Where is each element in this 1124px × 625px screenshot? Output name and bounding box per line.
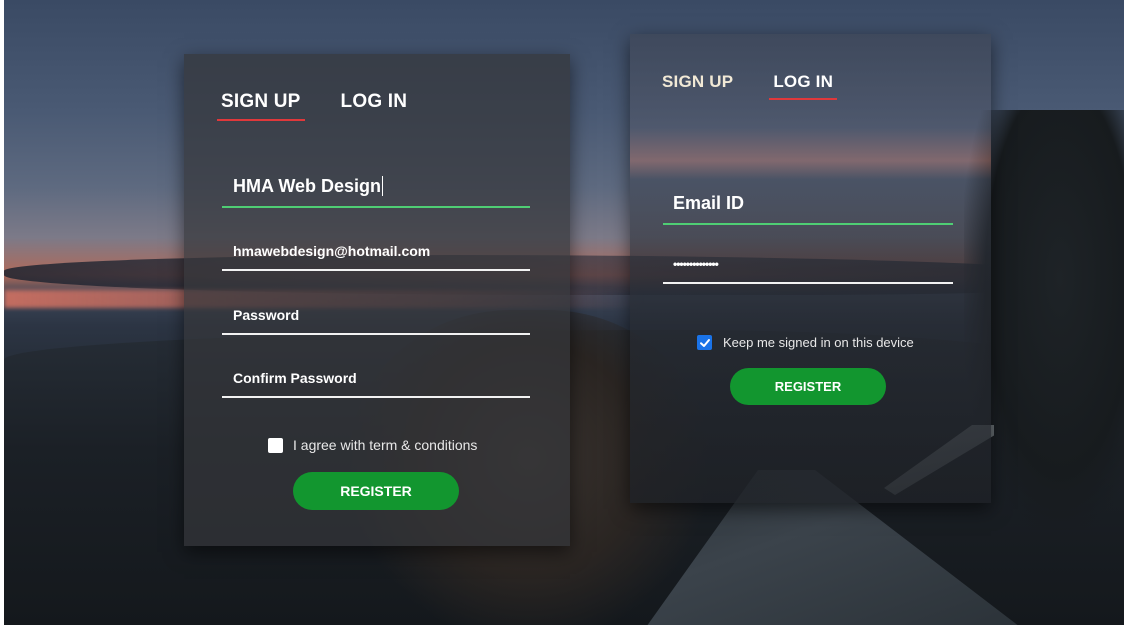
- tab-sign-up[interactable]: SIGN UP: [217, 91, 305, 121]
- keep-signed-in-label: Keep me signed in on this device: [723, 335, 914, 350]
- password-field-placeholder: Password: [233, 307, 300, 323]
- email-field-value: hmawebdesign@hotmail.com: [233, 243, 431, 259]
- keep-signed-in-checkbox[interactable]: [697, 335, 712, 350]
- email-id-field[interactable]: Email ID: [663, 183, 953, 225]
- name-field-value: HMA Web Design: [233, 175, 382, 196]
- email-id-field-value: Email ID: [673, 192, 745, 213]
- register-button[interactable]: REGISTER: [730, 368, 886, 405]
- checkmark-icon: [699, 338, 710, 347]
- text-caret: [382, 176, 384, 196]
- signup-card: SIGN UP LOG IN HMA Web Design hmawebdesi…: [184, 54, 570, 546]
- email-field[interactable]: hmawebdesign@hotmail.com: [222, 233, 530, 271]
- name-field[interactable]: HMA Web Design: [222, 166, 530, 208]
- tab-sign-up[interactable]: SIGN UP: [662, 72, 733, 92]
- agree-terms-row: I agree with term & conditions: [268, 437, 477, 453]
- agree-terms-label: I agree with term & conditions: [293, 437, 478, 453]
- password-field[interactable]: ••••••••••••••: [663, 246, 953, 284]
- login-card-tabs: SIGN UP LOG IN: [662, 72, 837, 100]
- tab-log-in[interactable]: LOG IN: [341, 91, 408, 113]
- agree-terms-checkbox[interactable]: [268, 437, 283, 453]
- tab-log-in[interactable]: LOG IN: [769, 72, 837, 100]
- confirm-password-field[interactable]: Confirm Password: [222, 360, 530, 398]
- password-field-masked-value: ••••••••••••••: [673, 257, 719, 271]
- register-button[interactable]: REGISTER: [293, 472, 459, 510]
- signup-card-tabs: SIGN UP LOG IN: [217, 91, 408, 121]
- keep-signed-in-row: Keep me signed in on this device: [697, 335, 914, 350]
- login-card: SIGN UP LOG IN Email ID •••••••••••••• K…: [630, 34, 991, 503]
- password-field[interactable]: Password: [222, 297, 530, 335]
- confirm-password-field-placeholder: Confirm Password: [233, 370, 357, 386]
